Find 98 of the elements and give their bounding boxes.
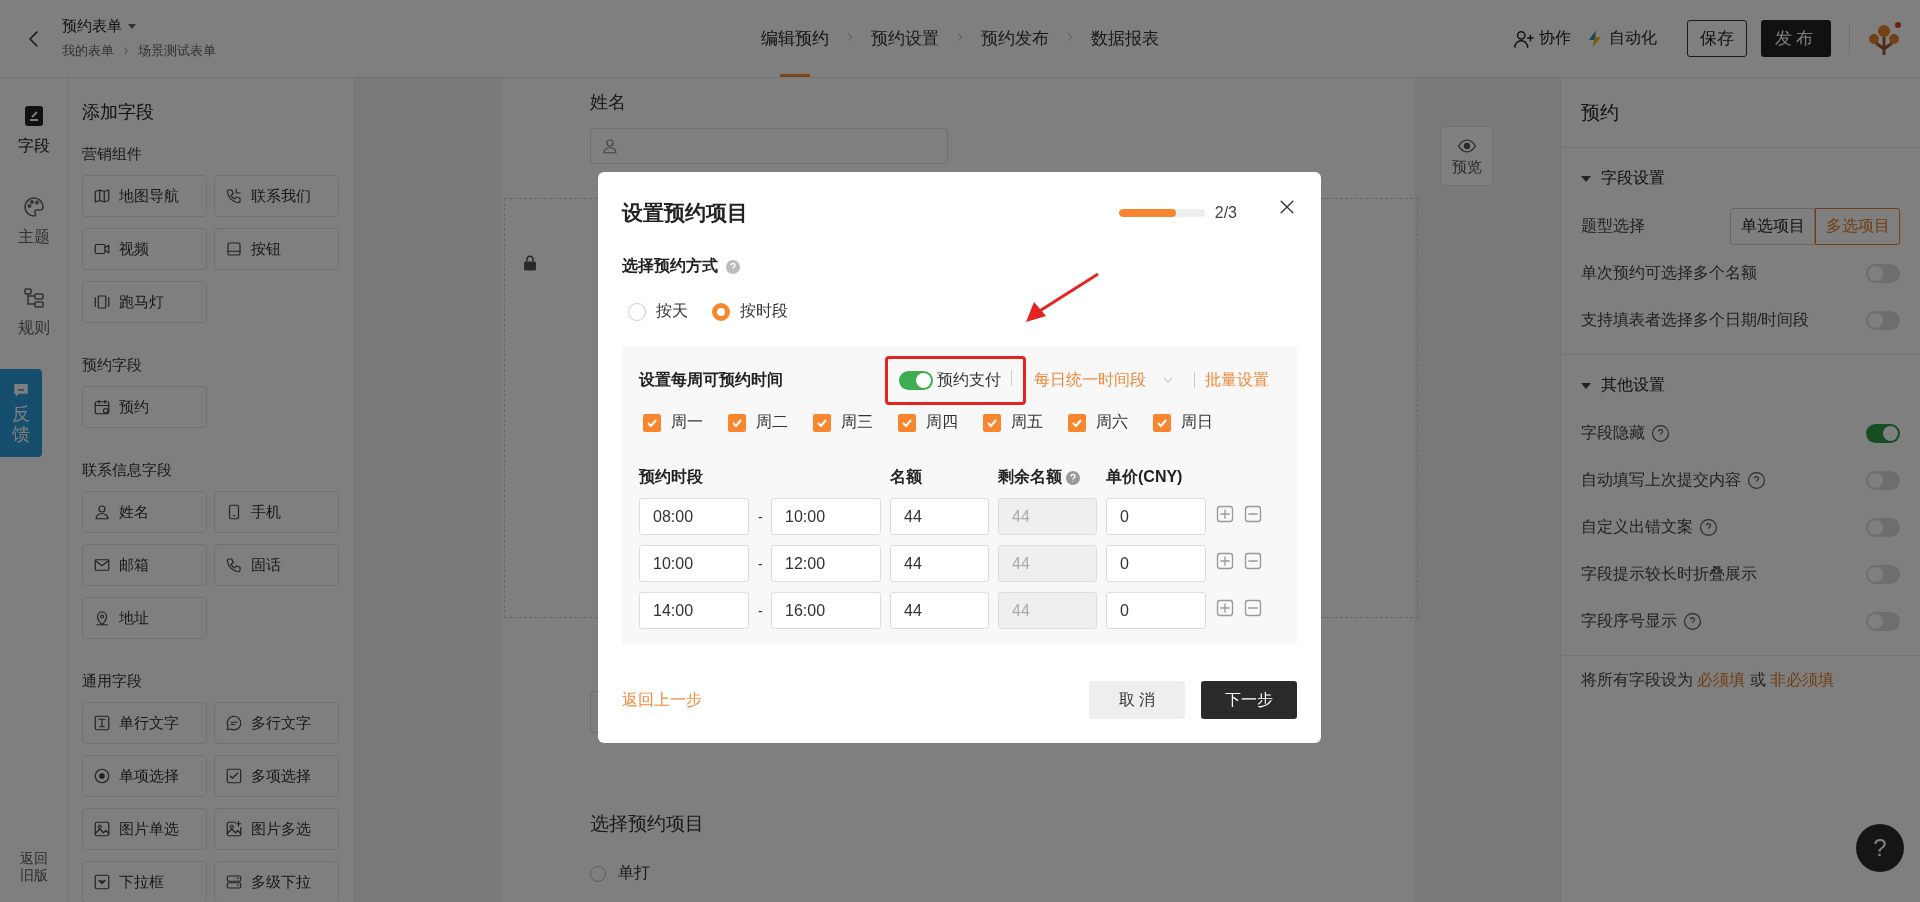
setting-label: 题型选择 [1581,216,1645,236]
rail-tab[interactable]: 主题 [17,195,50,248]
next-button[interactable]: 下一步 [1201,681,1297,719]
section-header[interactable]: 字段设置 [1581,168,1665,189]
field-type-button[interactable]: 单行文字 [82,702,207,744]
collaborate-button[interactable]: 协作 [1513,27,1571,50]
start-time-field[interactable]: 10:00 [639,545,749,582]
step-tab[interactable]: 数据报表 [1091,0,1159,77]
day-checkbox-option[interactable]: 周六 [1068,412,1128,433]
step-tab[interactable]: 预约设置 [871,0,939,77]
field-type-button[interactable]: 多行文字 [214,702,339,744]
price-field[interactable]: 0 [1106,545,1206,582]
setting-label: 自定义出错文案 [1581,517,1693,537]
start-time-field[interactable]: 14:00 [639,592,749,629]
quota-field[interactable]: 44 [890,592,989,629]
group-title: 通用字段 [82,671,143,691]
quota-field[interactable]: 44 [890,498,989,535]
setting-label: 自动填写上次提交内容 [1581,470,1741,490]
end-time-field[interactable]: 10:00 [771,498,881,535]
column-header: 名额 [890,467,923,487]
field-type-button[interactable]: 地址 [82,597,207,639]
field-type-button[interactable]: 下拉框 [82,861,207,902]
field-type-button[interactable]: 邮箱 [82,544,207,586]
day-checkbox-option[interactable]: 周五 [983,412,1043,433]
range-separator: - [758,555,762,572]
field-type-button[interactable]: 地图导航 [82,175,207,217]
field-type-button[interactable]: 固话 [214,544,339,586]
field-label: 姓名 [590,91,627,114]
field-type-button[interactable]: 视频 [82,228,207,270]
section-header[interactable]: 其他设置 [1581,375,1665,396]
radio-option[interactable]: 按时段 [712,301,788,322]
bulk-required-sentence: 将所有字段设为 必须填 或 非必须填 [1581,671,1835,688]
rail-tab[interactable]: 规则 [17,286,50,339]
price-field[interactable]: 0 [1106,592,1206,629]
field-type-button[interactable]: 图片多选 [214,808,339,850]
rail-tab[interactable]: 字段 [17,104,50,157]
day-checkbox-option[interactable]: 周一 [643,412,703,433]
batch-settings-link[interactable]: 批量设置 [1205,369,1269,391]
remaining-quota-field: 44 [998,592,1097,629]
section-title: 选择预约项目 [590,812,705,836]
day-checkbox-option[interactable]: 周四 [898,412,958,433]
group-title: 营销组件 [82,144,143,164]
remaining-quota-field: 44 [998,545,1097,582]
day-checkbox-option[interactable]: 周三 [813,412,873,433]
setting-label: 字段隐藏 [1581,423,1645,443]
end-time-field[interactable]: 16:00 [771,592,881,629]
field-type-button[interactable]: 单项选择 [82,755,207,797]
setting-label: 字段序号显示 [1581,611,1677,631]
quota-field[interactable]: 44 [890,545,989,582]
field-type-button[interactable]: 手机 [214,491,339,533]
field-type-button[interactable]: 多项选择 [214,755,339,797]
range-separator: - [758,508,762,525]
group-title: 联系信息字段 [82,460,173,480]
preview-button[interactable]: 预览 [1440,126,1493,186]
step-tab[interactable]: 编辑预约 [761,0,829,77]
payment-toggle[interactable]: 预约支付 [899,369,1001,391]
column-header: 预约时段 [639,467,704,487]
back-link[interactable]: 返回上一步 [622,689,1089,711]
panel-title: 添加字段 [82,101,155,124]
setting-label: 单次预约可选择多个名额 [1581,263,1757,283]
option-label: 单打 [618,863,650,883]
field-type-button[interactable]: 联系我们 [214,175,339,217]
day-checkbox-option[interactable]: 周二 [728,412,788,433]
dialog-title: 设置预约项目 [622,200,749,226]
automation-button[interactable]: 自动化 [1585,28,1657,49]
publish-button[interactable]: 发布 [1761,20,1831,57]
start-time-field[interactable]: 08:00 [639,498,749,535]
form-title[interactable]: 预约表单 [62,17,122,36]
panel-title: 预约 [1561,78,1920,148]
method-label: 选择预约方式 [622,256,718,276]
legacy-link[interactable]: 返回旧版 [19,850,48,884]
breadcrumb-link[interactable]: 我的表单 [62,42,114,60]
group-title: 预约字段 [82,355,143,375]
price-field[interactable]: 0 [1106,498,1206,535]
setting-label: 支持填表者选择多个日期/时间段 [1581,310,1810,330]
field-type-button[interactable]: 姓名 [82,491,207,533]
save-button[interactable]: 保存 [1687,20,1747,57]
cancel-button[interactable]: 取 消 [1089,681,1185,719]
day-checkbox-option[interactable]: 周日 [1153,412,1213,433]
remaining-quota-field: 44 [998,498,1097,535]
column-header: 剩余名额 [998,467,1062,487]
step-counter: 2/3 [1214,204,1237,222]
field-type-button[interactable]: 跑马灯 [82,281,207,323]
end-time-field[interactable]: 12:00 [771,545,881,582]
uniform-slot-dropdown[interactable]: 每日统一时间段 [1034,369,1176,391]
field-type-button[interactable]: 按钮 [214,228,339,270]
step-tab[interactable]: 预约发布 [981,0,1049,77]
field-type-button[interactable]: 预约 [82,386,207,428]
field-type-button[interactable]: 多级下拉 [214,861,339,902]
breadcrumb-link[interactable]: 场景测试表单 [138,42,216,60]
section-title: 设置每周可预约时间 [639,369,784,390]
optional-link[interactable]: 非必须填 [1770,671,1835,688]
column-header: 单价(CNY) [1106,467,1184,487]
segment-option[interactable]: 单选项目 [1730,208,1815,245]
range-separator: - [758,602,762,619]
field-type-button[interactable]: 图片单选 [82,808,207,850]
setting-label: 字段提示较长时折叠展示 [1581,564,1757,584]
radio-option[interactable]: 按天 [628,301,688,322]
